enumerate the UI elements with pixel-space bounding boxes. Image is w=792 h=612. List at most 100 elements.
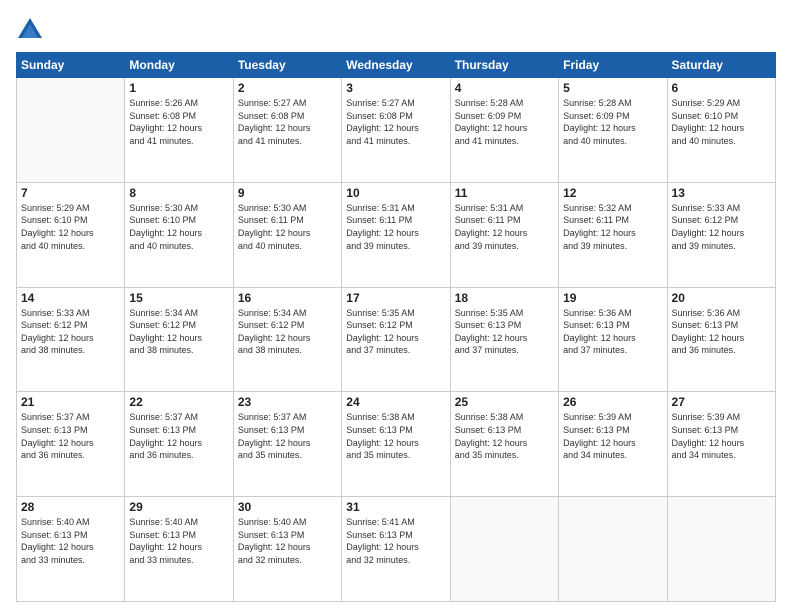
calendar-cell-1-3: 2Sunrise: 5:27 AM Sunset: 6:08 PM Daylig… xyxy=(233,78,341,183)
calendar-cell-4-7: 27Sunrise: 5:39 AM Sunset: 6:13 PM Dayli… xyxy=(667,392,775,497)
day-info: Sunrise: 5:28 AM Sunset: 6:09 PM Dayligh… xyxy=(563,97,662,147)
page: SundayMondayTuesdayWednesdayThursdayFrid… xyxy=(0,0,792,612)
day-info: Sunrise: 5:40 AM Sunset: 6:13 PM Dayligh… xyxy=(238,516,337,566)
calendar-cell-1-1 xyxy=(17,78,125,183)
day-info: Sunrise: 5:31 AM Sunset: 6:11 PM Dayligh… xyxy=(455,202,554,252)
calendar-cell-3-4: 17 Sunrise: 5:35 AM Sunset: 6:12 PM Dayli… xyxy=(342,287,450,392)
day-info: Sunrise: 5:41 AM Sunset: 6:13 PM Dayligh… xyxy=(346,516,445,566)
logo-icon xyxy=(16,16,44,44)
calendar-cell-3-1: 14 Sunrise: 5:33 AM Sunset: 6:12 PM Dayli… xyxy=(17,287,125,392)
day-info: Sunrise: 5:35 AM Sunset: 6:12 PM Dayligh… xyxy=(346,307,445,357)
day-info: Sunrise: 5:26 AM Sunset: 6:08 PM Dayligh… xyxy=(129,97,228,147)
day-number: 30 xyxy=(238,500,337,514)
day-number: 13 xyxy=(672,186,771,200)
day-info: Sunrise: 5:33 AM Sunset: 6:12 PM Dayligh… xyxy=(672,202,771,252)
day-info: Sunrise: 5:29 AM Sunset: 6:10 PM Dayligh… xyxy=(21,202,120,252)
calendar-cell-5-3: 30 Sunrise: 5:40 AM Sunset: 6:13 PM Dayli… xyxy=(233,497,341,602)
day-number: 14 xyxy=(21,291,120,305)
day-number: 22 xyxy=(129,395,228,409)
day-info: Sunrise: 5:27 AM Sunset: 6:08 PM Dayligh… xyxy=(346,97,445,147)
calendar-cell-4-4: 24 Sunrise: 5:38 AM Sunset: 6:13 PM Dayli… xyxy=(342,392,450,497)
day-number: 9 xyxy=(238,186,337,200)
day-number: 8 xyxy=(129,186,228,200)
day-number: 25 xyxy=(455,395,554,409)
calendar-cell-5-1: 28Sunrise: 5:40 AM Sunset: 6:13 PM Dayli… xyxy=(17,497,125,602)
calendar-cell-3-5: 18 Sunrise: 5:35 AM Sunset: 6:13 PM Dayli… xyxy=(450,287,558,392)
day-info: Sunrise: 5:34 AM Sunset: 6:12 PM Dayligh… xyxy=(238,307,337,357)
calendar-header-monday: Monday xyxy=(125,53,233,78)
day-info: Sunrise: 5:33 AM Sunset: 6:12 PM Dayligh… xyxy=(21,307,120,357)
day-number: 20 xyxy=(672,291,771,305)
calendar-cell-2-3: 9 Sunrise: 5:30 AM Sunset: 6:11 PM Daylig… xyxy=(233,182,341,287)
day-number: 6 xyxy=(672,81,771,95)
day-info: Sunrise: 5:38 AM Sunset: 6:13 PM Dayligh… xyxy=(346,411,445,461)
day-info: Sunrise: 5:36 AM Sunset: 6:13 PM Dayligh… xyxy=(563,307,662,357)
day-info: Sunrise: 5:30 AM Sunset: 6:10 PM Dayligh… xyxy=(129,202,228,252)
calendar-week-row-1: 1 Sunrise: 5:26 AM Sunset: 6:08 PM Daylig… xyxy=(17,78,776,183)
day-info: Sunrise: 5:39 AM Sunset: 6:13 PM Dayligh… xyxy=(563,411,662,461)
day-number: 28 xyxy=(21,500,120,514)
day-info: Sunrise: 5:40 AM Sunset: 6:13 PM Dayligh… xyxy=(129,516,228,566)
day-info: Sunrise: 5:31 AM Sunset: 6:11 PM Dayligh… xyxy=(346,202,445,252)
calendar-cell-2-1: 7 Sunrise: 5:29 AM Sunset: 6:10 PM Daylig… xyxy=(17,182,125,287)
calendar-cell-5-2: 29 Sunrise: 5:40 AM Sunset: 6:13 PM Dayli… xyxy=(125,497,233,602)
calendar-cell-1-2: 1 Sunrise: 5:26 AM Sunset: 6:08 PM Daylig… xyxy=(125,78,233,183)
calendar-cell-5-5 xyxy=(450,497,558,602)
day-number: 15 xyxy=(129,291,228,305)
calendar-header-wednesday: Wednesday xyxy=(342,53,450,78)
calendar-cell-4-5: 25 Sunrise: 5:38 AM Sunset: 6:13 PM Dayli… xyxy=(450,392,558,497)
day-info: Sunrise: 5:38 AM Sunset: 6:13 PM Dayligh… xyxy=(455,411,554,461)
calendar-cell-5-7 xyxy=(667,497,775,602)
calendar-header-friday: Friday xyxy=(559,53,667,78)
day-info: Sunrise: 5:37 AM Sunset: 6:13 PM Dayligh… xyxy=(129,411,228,461)
day-info: Sunrise: 5:36 AM Sunset: 6:13 PM Dayligh… xyxy=(672,307,771,357)
calendar-cell-5-4: 31 Sunrise: 5:41 AM Sunset: 6:13 PM Dayli… xyxy=(342,497,450,602)
day-number: 7 xyxy=(21,186,120,200)
calendar-week-row-2: 7 Sunrise: 5:29 AM Sunset: 6:10 PM Daylig… xyxy=(17,182,776,287)
calendar-cell-3-3: 16 Sunrise: 5:34 AM Sunset: 6:12 PM Dayli… xyxy=(233,287,341,392)
day-number: 1 xyxy=(129,81,228,95)
calendar-table: SundayMondayTuesdayWednesdayThursdayFrid… xyxy=(16,52,776,602)
calendar-header-sunday: Sunday xyxy=(17,53,125,78)
calendar-cell-5-6 xyxy=(559,497,667,602)
calendar-cell-4-3: 23Sunrise: 5:37 AM Sunset: 6:13 PM Dayli… xyxy=(233,392,341,497)
day-info: Sunrise: 5:35 AM Sunset: 6:13 PM Dayligh… xyxy=(455,307,554,357)
calendar-header-row: SundayMondayTuesdayWednesdayThursdayFrid… xyxy=(17,53,776,78)
day-number: 31 xyxy=(346,500,445,514)
calendar-cell-3-2: 15Sunrise: 5:34 AM Sunset: 6:12 PM Dayli… xyxy=(125,287,233,392)
day-info: Sunrise: 5:29 AM Sunset: 6:10 PM Dayligh… xyxy=(672,97,771,147)
day-number: 24 xyxy=(346,395,445,409)
calendar-cell-2-6: 12Sunrise: 5:32 AM Sunset: 6:11 PM Dayli… xyxy=(559,182,667,287)
day-number: 4 xyxy=(455,81,554,95)
day-info: Sunrise: 5:30 AM Sunset: 6:11 PM Dayligh… xyxy=(238,202,337,252)
calendar-header-saturday: Saturday xyxy=(667,53,775,78)
calendar-cell-4-6: 26 Sunrise: 5:39 AM Sunset: 6:13 PM Dayli… xyxy=(559,392,667,497)
calendar-cell-2-7: 13 Sunrise: 5:33 AM Sunset: 6:12 PM Dayli… xyxy=(667,182,775,287)
day-info: Sunrise: 5:37 AM Sunset: 6:13 PM Dayligh… xyxy=(21,411,120,461)
day-number: 18 xyxy=(455,291,554,305)
day-number: 17 xyxy=(346,291,445,305)
header xyxy=(16,16,776,44)
calendar-week-row-3: 14 Sunrise: 5:33 AM Sunset: 6:12 PM Dayli… xyxy=(17,287,776,392)
calendar-cell-3-6: 19Sunrise: 5:36 AM Sunset: 6:13 PM Dayli… xyxy=(559,287,667,392)
day-number: 16 xyxy=(238,291,337,305)
logo xyxy=(16,16,48,44)
day-info: Sunrise: 5:27 AM Sunset: 6:08 PM Dayligh… xyxy=(238,97,337,147)
calendar-cell-1-5: 4 Sunrise: 5:28 AM Sunset: 6:09 PM Daylig… xyxy=(450,78,558,183)
calendar-header-thursday: Thursday xyxy=(450,53,558,78)
day-info: Sunrise: 5:28 AM Sunset: 6:09 PM Dayligh… xyxy=(455,97,554,147)
day-number: 29 xyxy=(129,500,228,514)
day-number: 11 xyxy=(455,186,554,200)
day-number: 26 xyxy=(563,395,662,409)
day-number: 27 xyxy=(672,395,771,409)
calendar-cell-2-4: 10 Sunrise: 5:31 AM Sunset: 6:11 PM Dayli… xyxy=(342,182,450,287)
calendar-week-row-5: 28 Sunrise: 5:40 AM Sunset: 6:13 PM Dayli… xyxy=(17,497,776,602)
day-info: Sunrise: 5:32 AM Sunset: 6:11 PM Dayligh… xyxy=(563,202,662,252)
day-number: 3 xyxy=(346,81,445,95)
day-number: 10 xyxy=(346,186,445,200)
calendar-header-tuesday: Tuesday xyxy=(233,53,341,78)
calendar-week-row-4: 21 Sunrise: 5:37 AM Sunset: 6:13 PM Dayli… xyxy=(17,392,776,497)
day-number: 21 xyxy=(21,395,120,409)
calendar-cell-4-1: 21 Sunrise: 5:37 AM Sunset: 6:13 PM Dayli… xyxy=(17,392,125,497)
calendar-cell-1-6: 5Sunrise: 5:28 AM Sunset: 6:09 PM Daylig… xyxy=(559,78,667,183)
